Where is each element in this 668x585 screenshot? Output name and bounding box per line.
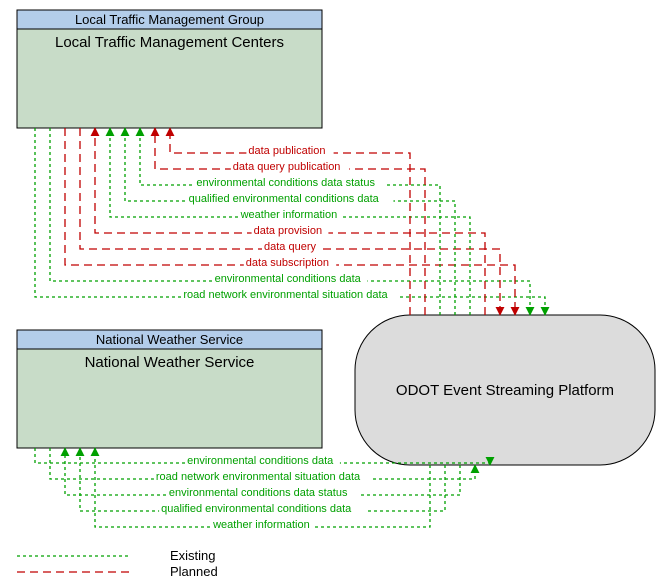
flow-top-label-1: environmental conditions data <box>215 273 362 285</box>
local-traffic-label: Local Traffic Management Centers <box>55 34 284 51</box>
odot-platform-label: ODOT Event Streaming Platform <box>396 382 614 399</box>
legend-existing-label: Existing <box>170 548 216 563</box>
flow-top-label-5: weather information <box>240 209 338 221</box>
flow-bot-label-2: environmental conditions data status <box>169 487 348 499</box>
flow-top-label-9: data publication <box>248 145 325 157</box>
flow-bot-label-0: environmental conditions data <box>187 455 334 467</box>
flow-top-label-3: data query <box>264 241 316 253</box>
flow-bot-label-3: qualified environmental conditions data <box>161 503 352 515</box>
flow-top-label-8: data query publication <box>233 161 341 173</box>
flow-bot-label-1: road network environmental situation dat… <box>156 471 361 483</box>
flow-top-label-7: environmental conditions data status <box>196 177 375 189</box>
flow-top-label-4: data provision <box>254 225 323 237</box>
nws-label: National Weather Service <box>85 354 255 371</box>
flow-top-label-6: qualified environmental conditions data <box>189 193 380 205</box>
flow-top-label-2: data subscription <box>246 257 329 269</box>
nws-header-text: National Weather Service <box>96 332 243 347</box>
legend-planned-label: Planned <box>170 564 218 579</box>
local-traffic-header-text: Local Traffic Management Group <box>75 12 264 27</box>
flow-top-label-0: road network environmental situation dat… <box>183 289 388 301</box>
flow-diagram: Local Traffic Management Group Local Traf… <box>0 0 668 585</box>
flow-bot-label-4: weather information <box>212 519 310 531</box>
